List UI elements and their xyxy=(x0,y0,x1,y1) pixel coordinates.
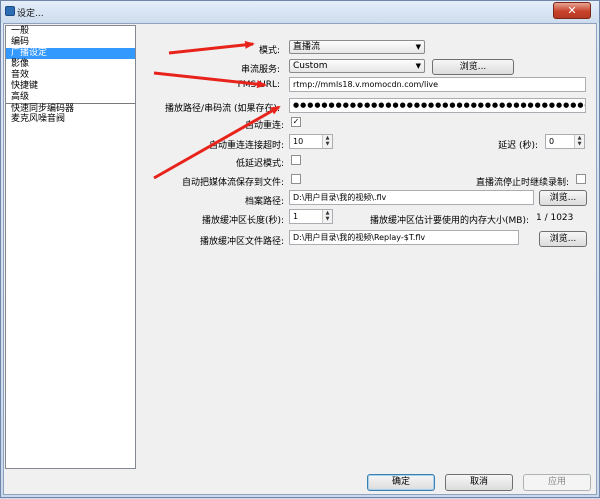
fms-url-label: FMS URL: xyxy=(237,80,280,90)
ok-button[interactable]: 确定 xyxy=(367,474,435,491)
chevron-down-icon: ▼ xyxy=(415,62,421,70)
sidebar-item-broadcast[interactable]: 广播设定 xyxy=(6,48,135,59)
buffer-path-label: 播放缓冲区文件路径: xyxy=(199,237,284,247)
chevron-down-icon: ▼ xyxy=(415,43,421,51)
buffer-memory-value: 1 / 1023 xyxy=(536,213,574,223)
settings-category-list[interactable]: 一般 编码 广播设定 影像 音效 快捷键 高级 快速同步编码器 麦克风噪音阀 xyxy=(5,25,136,469)
file-path-browse-button[interactable]: 浏览... xyxy=(539,190,587,206)
buffer-path-input[interactable]: D:\用户目录\我的视频\Replay-$T.flv xyxy=(289,230,519,245)
buffer-memory-label: 播放缓冲区估计要使用的内存大小(MB): xyxy=(370,216,529,226)
cancel-button[interactable]: 取消 xyxy=(445,474,513,491)
keep-recording-checkbox[interactable] xyxy=(576,174,586,184)
mode-select[interactable]: 直播流 ▼ xyxy=(289,40,425,54)
sidebar-item-general[interactable]: 一般 xyxy=(6,26,135,37)
client-area: 一般 编码 广播设定 影像 音效 快捷键 高级 快速同步编码器 麦克风噪音阀 模… xyxy=(3,23,597,495)
fms-url-input[interactable]: rtmp://mmls18.v.momocdn.com/live xyxy=(289,77,586,92)
window-title: 设定... xyxy=(17,9,44,19)
app-icon xyxy=(5,6,15,16)
buffer-length-label: 播放缓冲区长度(秒): xyxy=(201,216,284,226)
sidebar-item-audio[interactable]: 音效 xyxy=(6,70,135,81)
delay-spinner[interactable]: 0 ▲ ▼ xyxy=(545,134,585,149)
spinner-arrows-icon[interactable]: ▲ ▼ xyxy=(322,210,332,223)
file-path-label: 档案路径: xyxy=(244,197,284,207)
apply-button[interactable]: 应用 xyxy=(523,474,591,491)
sidebar-item-video[interactable]: 影像 xyxy=(6,59,135,70)
keep-recording-label: 直播流停止时继续录制: xyxy=(475,178,569,188)
spinner-arrows-icon[interactable]: ▲ ▼ xyxy=(322,135,332,148)
delay-label: 延迟 (秒): xyxy=(498,141,538,151)
delay-value: 0 xyxy=(549,137,555,146)
checkmark-icon: ✓ xyxy=(292,117,300,126)
sidebar-item-hotkeys[interactable]: 快捷键 xyxy=(6,81,135,92)
sidebar-item-noise-gate[interactable]: 麦克风噪音阀 xyxy=(6,114,135,125)
buffer-length-value: 1 xyxy=(293,212,299,221)
autoreconnect-checkbox[interactable]: ✓ xyxy=(291,117,301,127)
reconnect-timeout-spinner[interactable]: 10 ▲ ▼ xyxy=(289,134,333,149)
spinner-arrows-icon[interactable]: ▲ ▼ xyxy=(574,135,584,148)
autoreconnect-label: 自动重连: xyxy=(244,121,284,131)
settings-window: 设定... ✕ 一般 编码 广播设定 影像 音效 快捷键 高级 快速同步编码器 … xyxy=(0,0,600,498)
service-label: 串流服务: xyxy=(240,65,280,75)
mode-select-value: 直播流 xyxy=(293,42,321,52)
save-to-file-label: 自动把媒体流保存到文件: xyxy=(181,178,284,188)
service-browse-button[interactable]: 浏览... xyxy=(432,59,514,75)
reconnect-timeout-value: 10 xyxy=(293,137,304,146)
stream-key-input[interactable]: ●●●●●●●●●●●●●●●●●●●●●●●●●●●●●●●●●●●●●●●●… xyxy=(289,98,586,113)
sidebar-item-quicksync[interactable]: 快速同步编码器 xyxy=(6,103,135,114)
low-latency-label: 低延迟模式: xyxy=(235,159,284,169)
buffer-path-browse-button[interactable]: 浏览... xyxy=(539,231,587,247)
service-select-value: Custom xyxy=(293,61,328,71)
save-to-file-checkbox[interactable] xyxy=(291,174,301,184)
stream-key-label: 播放路径/串码流 (如果存在): xyxy=(165,104,280,114)
close-button[interactable]: ✕ xyxy=(553,2,591,19)
reconnect-timeout-label: 自动重连连接超时: xyxy=(208,141,284,151)
file-path-input[interactable]: D:\用户目录\我的视频\.flv xyxy=(289,190,534,205)
service-select[interactable]: Custom ▼ xyxy=(289,59,425,73)
mode-label: 模式: xyxy=(258,46,280,56)
close-icon: ✕ xyxy=(567,4,577,17)
sidebar-item-advanced[interactable]: 高级 xyxy=(6,92,135,103)
sidebar-item-encoding[interactable]: 编码 xyxy=(6,37,135,48)
title-bar: 设定... ✕ xyxy=(1,1,599,23)
buffer-length-spinner[interactable]: 1 ▲ ▼ xyxy=(289,209,333,224)
low-latency-checkbox[interactable] xyxy=(291,155,301,165)
